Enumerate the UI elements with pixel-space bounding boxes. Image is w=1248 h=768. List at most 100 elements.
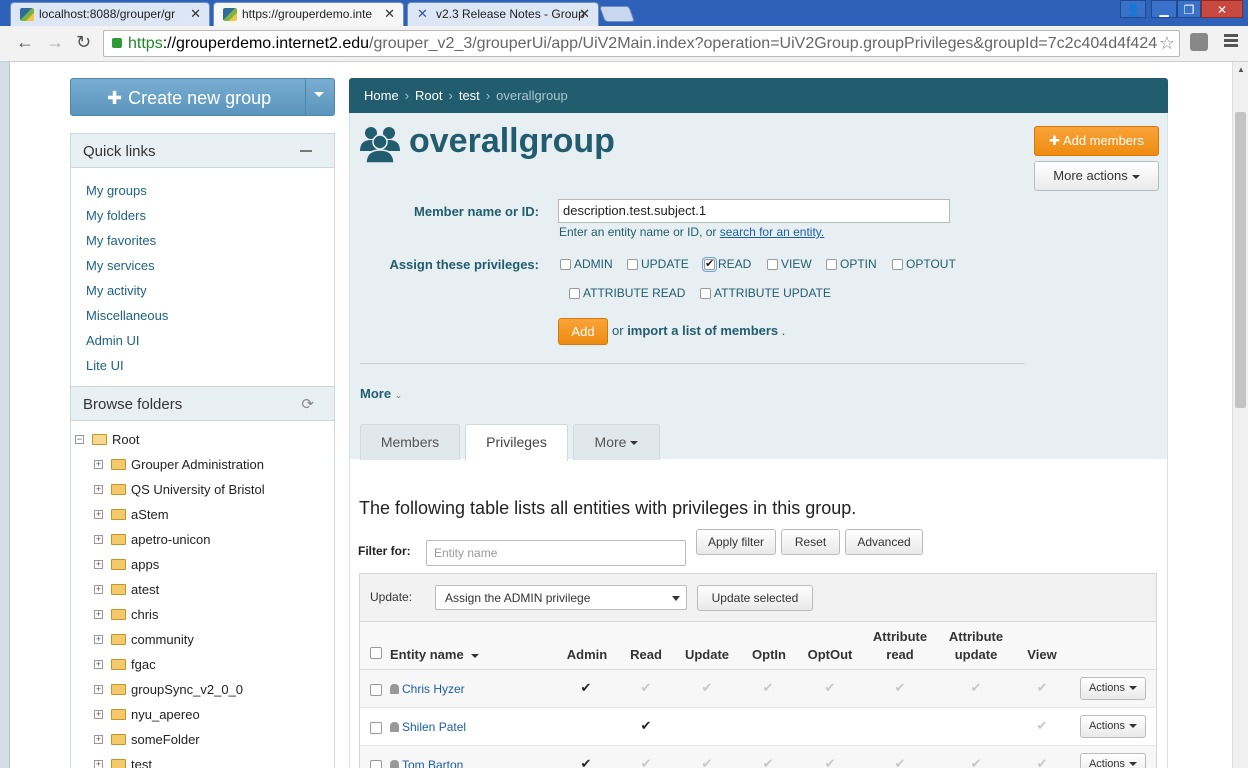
tree-item[interactable]: + groupSync_v2_0_0 xyxy=(71,678,334,703)
expand-toggle-icon[interactable]: + xyxy=(94,585,103,594)
new-tab-button[interactable] xyxy=(599,6,635,22)
tree-item-label: apps xyxy=(131,557,160,572)
tree-item[interactable]: + test xyxy=(71,753,334,768)
expand-toggle-icon[interactable]: + xyxy=(94,560,103,569)
column-entity-name[interactable]: Entity name xyxy=(390,646,480,664)
user-icon[interactable]: 👤 xyxy=(1120,0,1146,18)
column-view: View xyxy=(1027,647,1057,662)
row-actions-button[interactable]: Actions xyxy=(1080,715,1146,738)
address-bar[interactable]: https://grouperdemo.internet2.edu/groupe… xyxy=(103,30,1180,57)
quick-link-lite-ui[interactable]: Lite UI xyxy=(71,353,334,378)
refresh-icon[interactable]: ⟳ xyxy=(301,395,314,413)
scroll-up-icon[interactable]: ▲ xyxy=(1237,65,1245,74)
folder-icon xyxy=(111,684,126,695)
tree-item-label: chris xyxy=(131,607,159,622)
quick-link-my-groups[interactable]: My groups xyxy=(71,178,334,203)
expand-toggle-icon[interactable]: + xyxy=(94,760,103,768)
reset-button[interactable]: Reset xyxy=(781,529,840,555)
page-scrollbar[interactable]: ▲ xyxy=(1232,62,1248,768)
quick-link-miscellaneous[interactable]: Miscellaneous xyxy=(71,303,334,328)
entity-link[interactable]: Chris Hyzer xyxy=(390,682,465,696)
folder-icon xyxy=(111,659,126,670)
tree-item[interactable]: + community xyxy=(71,628,334,653)
close-icon[interactable]: ✕ xyxy=(384,6,395,22)
row-actions-button[interactable]: Actions xyxy=(1080,677,1146,700)
chevron-down-icon[interactable] xyxy=(314,92,324,97)
browse-folders-header: Browse folders ⟳ xyxy=(71,387,334,421)
reload-icon[interactable]: ↻ xyxy=(76,32,91,53)
close-icon[interactable]: ✕ xyxy=(190,6,201,22)
close-icon[interactable]: ✕ xyxy=(579,6,590,22)
row-actions-button[interactable]: Actions xyxy=(1080,753,1146,768)
quick-link-my-services[interactable]: My services xyxy=(71,253,334,278)
scrollbar-thumb[interactable] xyxy=(1235,112,1246,408)
tree-item[interactable]: + chris xyxy=(71,603,334,628)
forward-icon[interactable]: → xyxy=(46,32,64,53)
chrome-menu-icon[interactable] xyxy=(1224,34,1238,49)
advanced-button[interactable]: Advanced xyxy=(845,529,923,555)
sort-desc-icon xyxy=(471,653,480,658)
row-checkbox[interactable] xyxy=(370,722,382,734)
collapse-toggle-icon[interactable]: − xyxy=(75,435,84,444)
expand-toggle-icon[interactable]: + xyxy=(94,610,103,619)
create-new-group-button[interactable]: ✚ Create new group xyxy=(70,78,335,116)
tab-title: localhost:8088/grouper/gr xyxy=(39,7,176,21)
grouper-favicon xyxy=(223,8,237,21)
row-checkbox[interactable] xyxy=(370,760,382,768)
url-path: /grouper_v2_3/grouperUi/app/UiV2Main.ind… xyxy=(369,35,1158,52)
quick-link-admin-ui[interactable]: Admin UI xyxy=(71,328,334,353)
tree-item[interactable]: + Grouper Administration xyxy=(71,453,334,478)
restore-button[interactable]: ❐ xyxy=(1177,0,1201,18)
back-icon[interactable]: ← xyxy=(16,32,34,53)
table-rows: Chris Hyzer ✔ ✔ ✔ ✔ ✔ ✔ ✔ ✔ Actions Shilen Patel ✔ ✔… xyxy=(360,670,1156,768)
expand-toggle-icon[interactable]: + xyxy=(94,635,103,644)
expand-toggle-icon[interactable]: + xyxy=(94,710,103,719)
select-all-checkbox[interactable] xyxy=(370,647,382,659)
row-checkbox[interactable] xyxy=(370,684,382,696)
apply-filter-button[interactable]: Apply filter xyxy=(696,529,776,555)
url-scheme: https xyxy=(128,35,163,52)
dropdown-arrow-icon xyxy=(672,596,680,601)
table-header: Entity name Admin Read Update OptIn OptO… xyxy=(360,622,1156,670)
bookmark-star-icon[interactable]: ☆ xyxy=(1159,31,1175,56)
browser-tab-1[interactable]: localhost:8088/grouper/gr ✕ xyxy=(10,2,210,26)
browser-tab-2[interactable]: https://grouperdemo.inte ✕ xyxy=(213,2,404,26)
close-window-button[interactable]: ✕ xyxy=(1201,0,1243,18)
create-group-text: Create new group xyxy=(128,88,272,108)
expand-toggle-icon[interactable]: + xyxy=(94,660,103,669)
quick-link-my-folders[interactable]: My folders xyxy=(71,203,334,228)
extension-icon[interactable] xyxy=(1190,33,1208,51)
grouper-favicon xyxy=(20,8,34,21)
tree-item-root[interactable]: − Root xyxy=(71,428,334,453)
quick-link-my-favorites[interactable]: My favorites xyxy=(71,228,334,253)
tree-item[interactable]: + nyu_apereo xyxy=(71,703,334,728)
quick-links-panel: Quick links My groups My folders My favo… xyxy=(70,133,335,387)
expand-toggle-icon[interactable]: + xyxy=(94,460,103,469)
tree-item[interactable]: + apetro-unicon xyxy=(71,528,334,553)
tree-item[interactable]: + QS University of Bristol xyxy=(71,478,334,503)
update-privilege-select[interactable]: Assign the ADMIN privilege xyxy=(435,585,687,610)
expand-toggle-icon[interactable]: + xyxy=(94,510,103,519)
minimize-button[interactable]: ▁ xyxy=(1151,0,1177,18)
implied-privilege-icon: ✔ xyxy=(1036,680,1048,695)
filter-input[interactable]: Entity name xyxy=(426,540,686,566)
implied-privilege-icon: ✔ xyxy=(701,756,713,768)
browser-tab-3[interactable]: ✕ v2.3 Release Notes - Group ✕ xyxy=(407,2,599,26)
caret-down-icon xyxy=(1129,686,1138,691)
expand-toggle-icon[interactable]: + xyxy=(94,535,103,544)
tab-title: v2.3 Release Notes - Group xyxy=(436,7,585,21)
collapse-icon[interactable] xyxy=(300,150,312,152)
browser-tabstrip: localhost:8088/grouper/gr ✕ https://grou… xyxy=(0,0,1248,26)
quick-link-my-activity[interactable]: My activity xyxy=(71,278,334,303)
entity-link[interactable]: Tom Barton xyxy=(390,758,463,768)
update-selected-button[interactable]: Update selected xyxy=(697,585,813,611)
tree-item[interactable]: + apps xyxy=(71,553,334,578)
tree-item[interactable]: + atest xyxy=(71,578,334,603)
tree-item[interactable]: + aStem xyxy=(71,503,334,528)
tree-item[interactable]: + someFolder xyxy=(71,728,334,753)
expand-toggle-icon[interactable]: + xyxy=(94,685,103,694)
entity-link[interactable]: Shilen Patel xyxy=(390,720,466,734)
tree-item[interactable]: + fgac xyxy=(71,653,334,678)
expand-toggle-icon[interactable]: + xyxy=(94,485,103,494)
expand-toggle-icon[interactable]: + xyxy=(94,735,103,744)
